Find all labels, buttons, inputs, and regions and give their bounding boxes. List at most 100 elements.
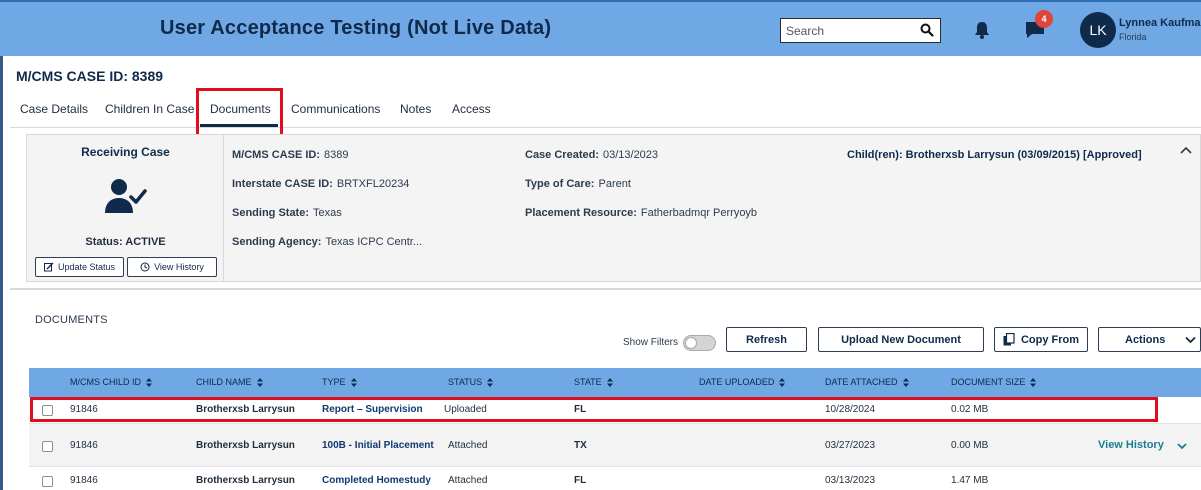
tab-notes[interactable]: Notes xyxy=(400,102,431,116)
field-value: Texas ICPC Centr... xyxy=(325,236,423,248)
row-highlight-box xyxy=(30,397,1158,422)
col-header-state[interactable]: STATE xyxy=(574,377,613,387)
refresh-button[interactable]: Refresh xyxy=(726,327,807,352)
col-label: DOCUMENT SIZE xyxy=(951,377,1026,387)
col-label: DATE ATTACHED xyxy=(825,377,898,387)
sort-icon xyxy=(902,377,909,387)
sort-icon xyxy=(779,377,786,387)
row-checkbox[interactable] xyxy=(42,476,53,487)
view-history-label: View History xyxy=(154,262,204,272)
field-label: Sending Agency: xyxy=(232,236,322,248)
col-label: STATE xyxy=(574,377,602,387)
view-history-button[interactable]: View History xyxy=(127,257,217,277)
field-label: Type of Care: xyxy=(525,178,595,190)
col-label: CHILD NAME xyxy=(196,377,252,387)
user-check-icon xyxy=(105,179,147,213)
receiving-case-card: Receiving Case Status: ACTIVE Update Sta… xyxy=(27,135,224,281)
table-row[interactable]: 91846 Brotherxsb Larrysun 100B - Initial… xyxy=(29,424,1201,467)
col-header-date-attached[interactable]: DATE ATTACHED xyxy=(825,377,909,387)
tab-highlight-box xyxy=(196,88,283,138)
upload-label: Upload New Document xyxy=(841,333,961,346)
page-title: M/CMS CASE ID: 8389 xyxy=(16,68,164,84)
field-value: 8389 xyxy=(324,149,349,161)
cell-date-attached: 03/13/2023 xyxy=(825,475,876,486)
field-value: Texas xyxy=(313,207,342,219)
field-sending-state: Sending State: Texas xyxy=(232,207,342,219)
cell-status: Attached xyxy=(448,440,488,451)
field-label: Interstate CASE ID: xyxy=(232,178,333,190)
copy-from-label: Copy From xyxy=(1020,333,1080,346)
history-icon xyxy=(140,262,150,272)
col-header-date-uploaded[interactable]: DATE UPLOADED xyxy=(699,377,786,387)
user-state: Florida xyxy=(1119,32,1147,42)
toggle-knob xyxy=(685,337,697,349)
col-header-document-size[interactable]: DOCUMENT SIZE xyxy=(951,377,1037,387)
update-status-button[interactable]: Update Status xyxy=(35,257,124,277)
col-label: TYPE xyxy=(322,377,346,387)
field-label: Case Created: xyxy=(525,149,599,161)
row-view-history-link[interactable]: View History xyxy=(1098,439,1164,451)
field-value: Fatherbadmqr Perryoyb xyxy=(640,207,758,219)
field-mcms-case-id: M/CMS CASE ID: 8389 xyxy=(232,149,348,161)
documents-title: DOCUMENTS xyxy=(35,314,108,326)
cell-child-id: 91846 xyxy=(70,440,98,451)
chevron-up-icon[interactable] xyxy=(1180,145,1192,155)
col-header-type[interactable]: TYPE xyxy=(322,377,357,387)
field-value: Parent xyxy=(598,178,631,190)
tab-children-in-case[interactable]: Children In Case xyxy=(105,102,194,116)
refresh-label: Refresh xyxy=(746,333,787,346)
field-sending-agency: Sending Agency: Texas ICPC Centr... xyxy=(232,236,422,248)
section-divider xyxy=(10,288,1201,290)
cell-document-size: 0.00 MB xyxy=(951,440,989,451)
copy-from-button[interactable]: Copy From xyxy=(994,327,1088,352)
col-header-status[interactable]: STATUS xyxy=(448,377,494,387)
chevron-down-icon[interactable] xyxy=(1177,442,1187,450)
table-row[interactable]: 91846 Brotherxsb Larrysun Completed Home… xyxy=(29,467,1201,490)
sort-icon xyxy=(606,377,613,387)
cell-type-link[interactable]: 100B - Initial Placement xyxy=(322,440,434,451)
bell-icon[interactable] xyxy=(972,20,992,40)
children-summary: Child(ren): Brotherxsb Larrysun (03/09/2… xyxy=(847,149,1142,161)
cell-type-link[interactable]: Completed Homestudy xyxy=(322,475,431,486)
tab-bar: Case Details Children In Case Documents … xyxy=(10,92,1201,128)
cell-child-id: 91846 xyxy=(70,475,98,486)
top-bar: User Acceptance Testing (Not Live Data) … xyxy=(0,0,1201,56)
cell-date-attached: 03/27/2023 xyxy=(825,440,876,451)
table-header: M/CMS CHILD ID CHILD NAME TYPE STATUS ST… xyxy=(29,368,1201,397)
field-type-of-care: Type of Care: Parent xyxy=(525,178,631,190)
cell-document-size: 1.47 MB xyxy=(951,475,989,486)
actions-label: Actions xyxy=(1125,333,1166,346)
sort-icon xyxy=(487,377,494,387)
show-filters-toggle[interactable] xyxy=(683,335,716,351)
col-label: M/CMS CHILD ID xyxy=(70,377,142,387)
avatar[interactable]: LK xyxy=(1080,12,1116,48)
case-summary-panel: Receiving Case Status: ACTIVE Update Sta… xyxy=(26,134,1201,282)
tab-access[interactable]: Access xyxy=(452,102,491,116)
sort-icon xyxy=(350,377,357,387)
cell-child-name: Brotherxsb Larrysun xyxy=(196,440,295,451)
upload-new-document-button[interactable]: Upload New Document xyxy=(818,327,984,352)
col-label: STATUS xyxy=(448,377,483,387)
tab-case-details[interactable]: Case Details xyxy=(20,102,88,116)
field-value: 03/13/2023 xyxy=(602,149,659,161)
update-status-label: Update Status xyxy=(57,262,116,272)
sort-icon xyxy=(146,377,153,387)
col-header-child-name[interactable]: CHILD NAME xyxy=(196,377,263,387)
left-rail xyxy=(0,56,3,490)
search-box[interactable] xyxy=(780,18,941,43)
chevron-down-icon xyxy=(1185,336,1196,343)
user-name: Lynnea Kaufman xyxy=(1119,17,1201,29)
actions-dropdown[interactable]: Actions xyxy=(1098,327,1201,352)
search-icon[interactable] xyxy=(920,23,934,37)
field-label: Sending State: xyxy=(232,207,310,219)
sort-icon xyxy=(1030,377,1037,387)
col-header-child-id[interactable]: M/CMS CHILD ID xyxy=(70,377,153,387)
row-checkbox[interactable] xyxy=(42,441,53,452)
receiving-case-title: Receiving Case xyxy=(81,145,170,159)
notification-badge: 4 xyxy=(1035,10,1053,28)
cell-status: Attached xyxy=(448,475,488,486)
search-input[interactable] xyxy=(781,19,911,42)
edit-icon xyxy=(43,262,54,272)
field-interstate-case-id: Interstate CASE ID: BRTXFL20234 xyxy=(232,178,409,190)
tab-communications[interactable]: Communications xyxy=(291,102,380,116)
